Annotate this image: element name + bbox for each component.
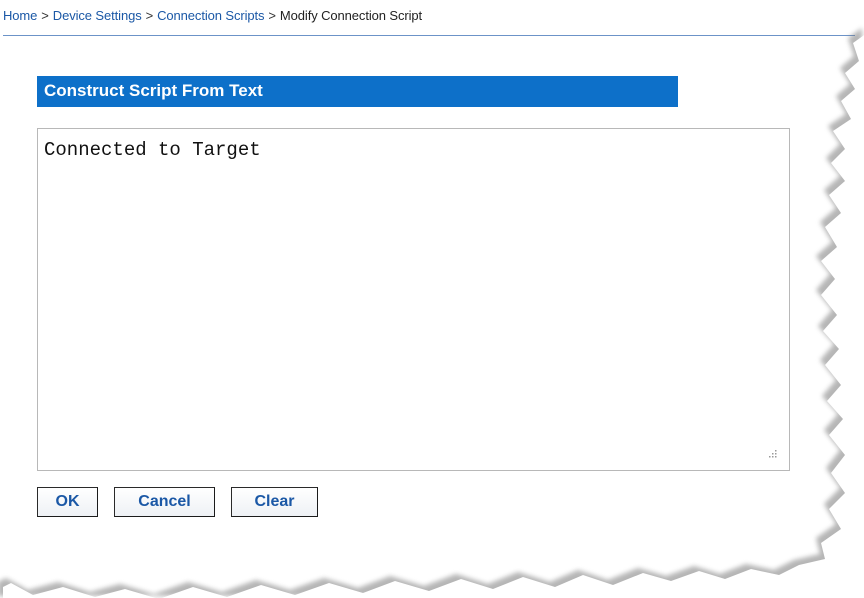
cancel-button[interactable]: Cancel [114, 487, 215, 517]
breadcrumb-separator: > [145, 8, 154, 23]
clear-button[interactable]: Clear [231, 487, 318, 517]
breadcrumb-home-link[interactable]: Home [3, 8, 37, 23]
breadcrumb-device-settings-link[interactable]: Device Settings [53, 8, 142, 23]
breadcrumb: Home > Device Settings > Connection Scripts >… [3, 8, 422, 23]
connection-script-page: Home > Device Settings > Connection Scripts >… [0, 0, 864, 598]
resize-grip-icon[interactable] [764, 447, 778, 461]
section-header: Construct Script From Text [37, 76, 678, 107]
breadcrumb-separator: > [41, 8, 49, 23]
breadcrumb-divider [3, 35, 855, 36]
script-text-input[interactable] [37, 128, 790, 471]
breadcrumb-separator: > [268, 8, 276, 23]
ok-button[interactable]: OK [37, 487, 98, 517]
breadcrumb-connection-scripts-link[interactable]: Connection Scripts [157, 8, 264, 23]
breadcrumb-current-page: Modify Connection Script [279, 8, 423, 23]
